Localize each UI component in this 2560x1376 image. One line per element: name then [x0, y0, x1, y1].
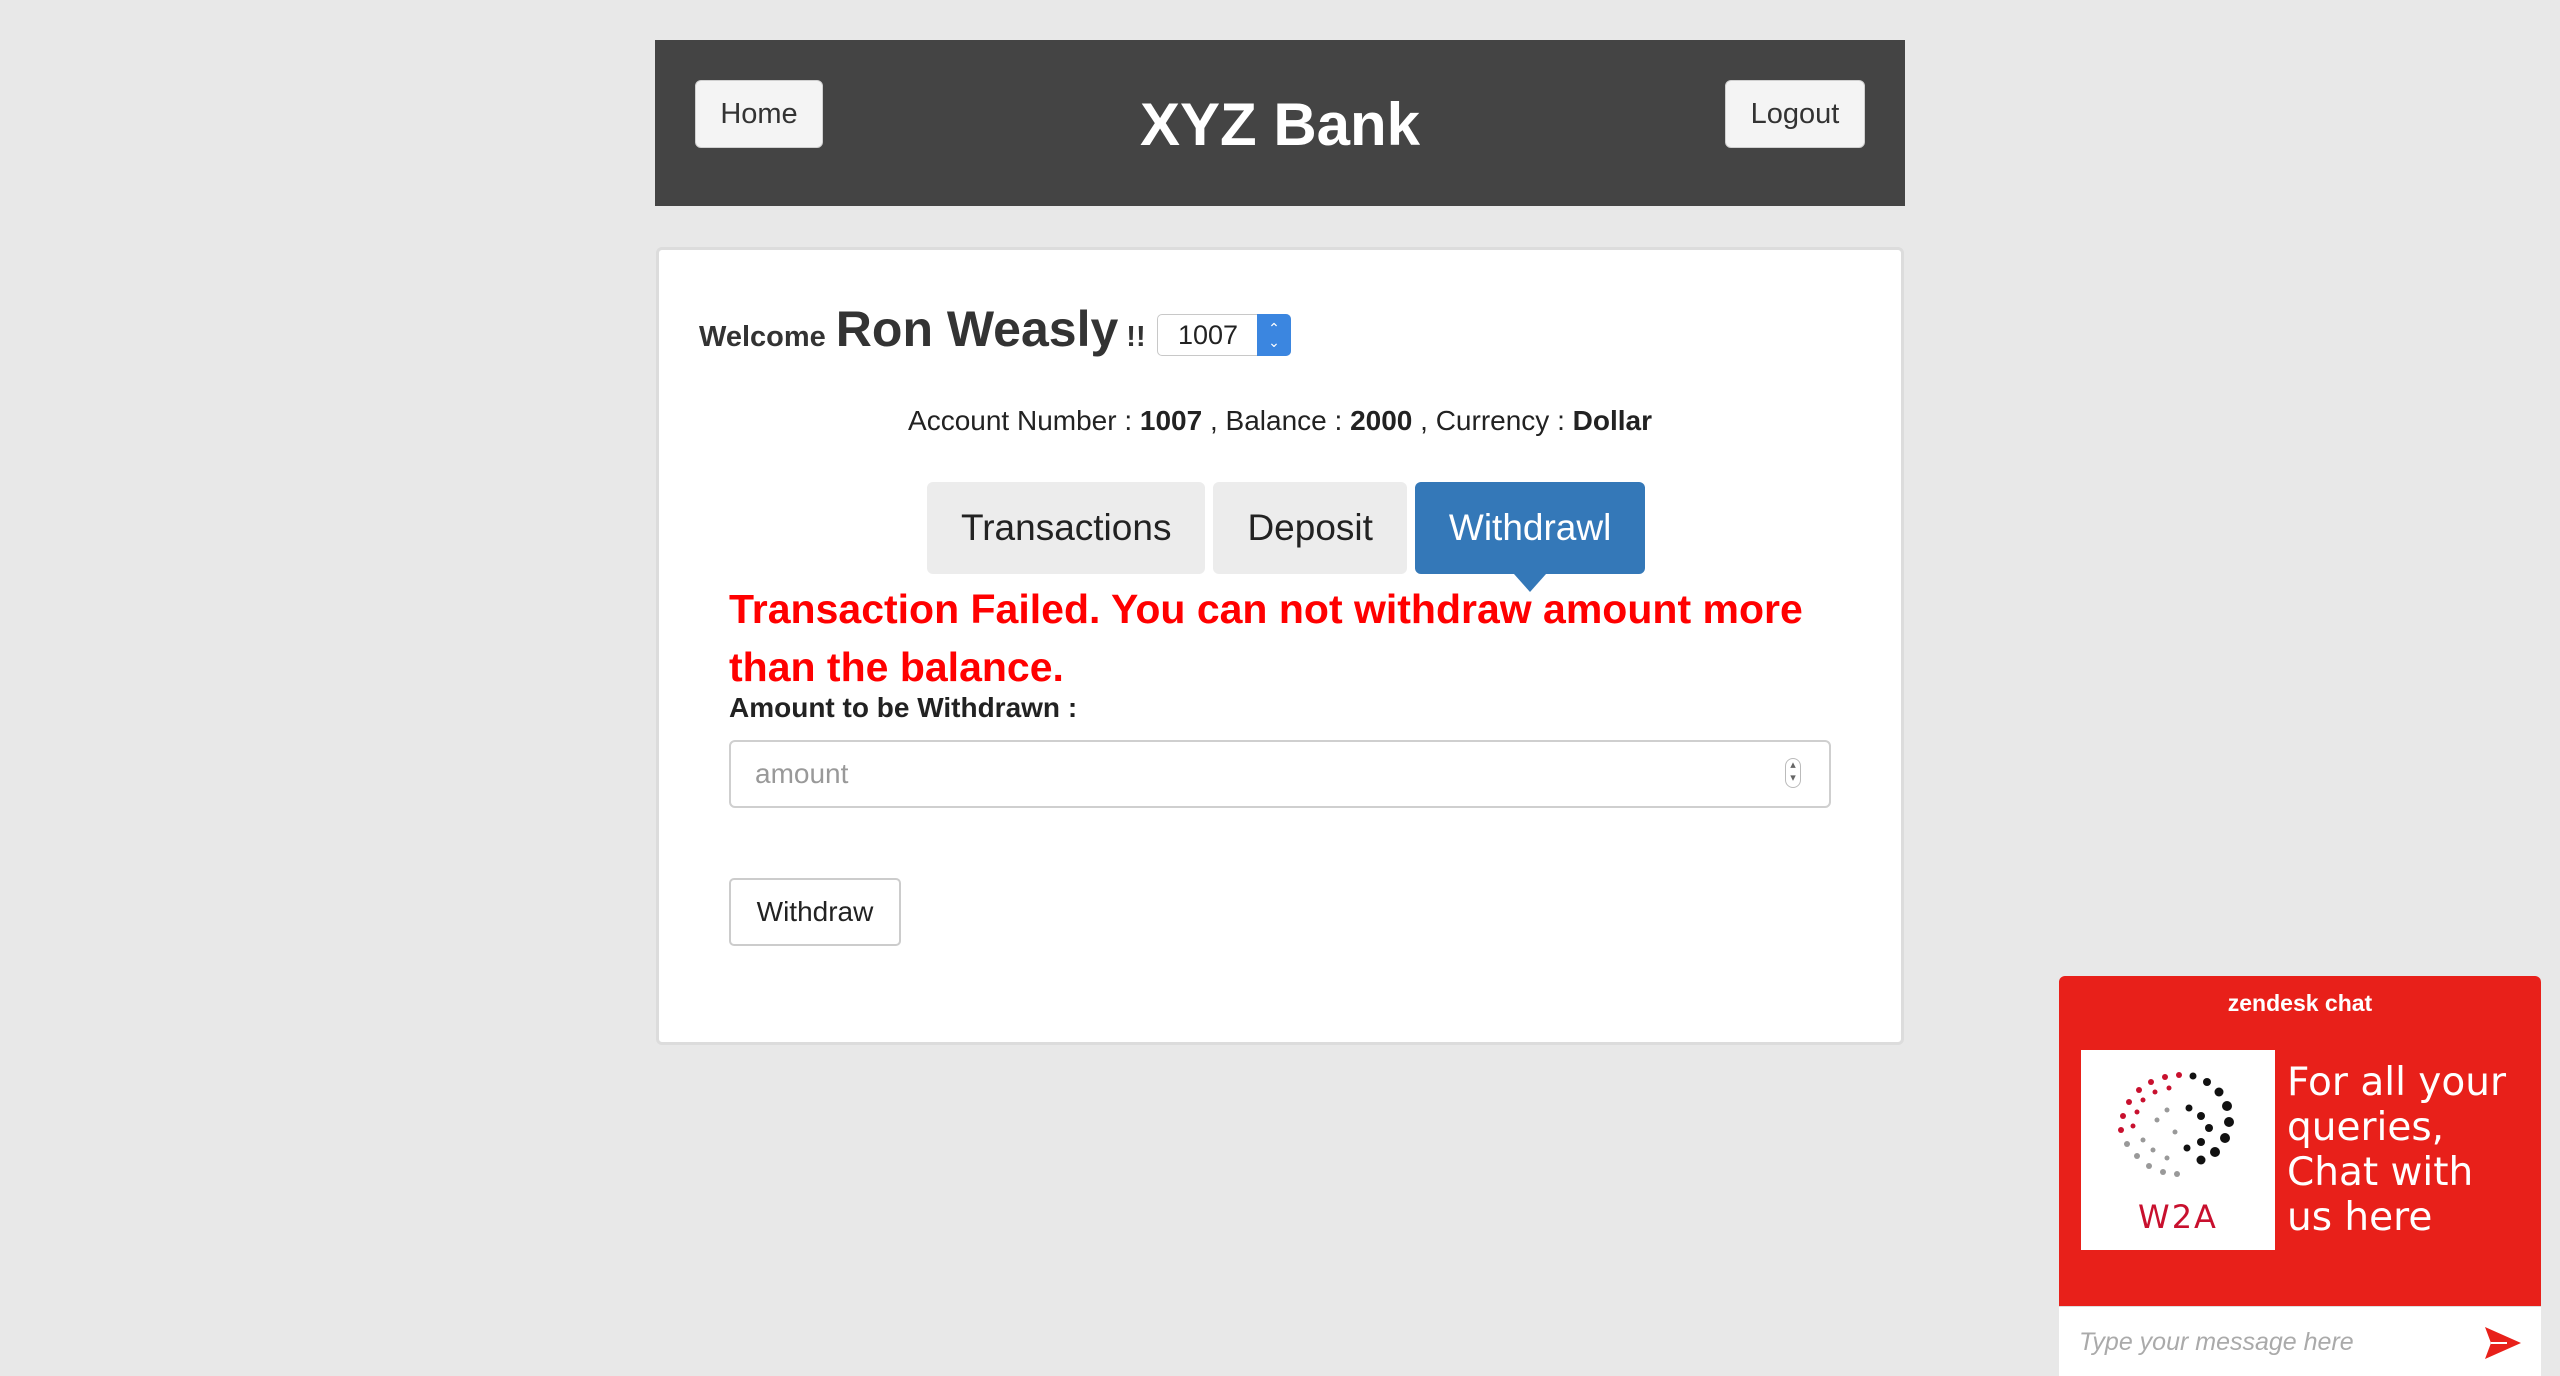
- tab-transactions[interactable]: Transactions: [927, 482, 1206, 574]
- account-number-label: Account Number :: [908, 405, 1140, 436]
- chat-message-input[interactable]: [2059, 1307, 2469, 1376]
- welcome-row: Welcome Ron Weasly !!: [699, 300, 1146, 358]
- logo-text: W2A: [2138, 1198, 2218, 1236]
- tab-withdrawl[interactable]: Withdrawl: [1414, 482, 1646, 592]
- account-select-value: 1007: [1178, 319, 1239, 350]
- balance-value: 2000: [1350, 405, 1413, 436]
- account-select[interactable]: 1007 ⌃ ⌄: [1157, 314, 1291, 356]
- currency-value: Dollar: [1572, 405, 1652, 436]
- tab-bar: Transactions Deposit Withdrawl: [927, 482, 1646, 592]
- withdraw-button[interactable]: Withdraw: [729, 878, 901, 946]
- logout-button[interactable]: Logout: [1725, 80, 1865, 148]
- chat-title: zendesk chat: [2227, 990, 2373, 1016]
- account-number-value: 1007: [1139, 405, 1203, 436]
- number-spinner-icon[interactable]: ▴ ▾: [1785, 758, 1801, 788]
- welcome-suffix: !!: [1126, 321, 1146, 353]
- send-icon[interactable]: [2483, 1325, 2523, 1361]
- balance-label: , Balance :: [1202, 405, 1351, 436]
- bank-title: XYZ Bank: [1139, 91, 1421, 158]
- customer-name: Ron Weasly: [835, 301, 1119, 357]
- error-message: Transaction Failed. You can not withdraw…: [729, 586, 1803, 690]
- amount-input[interactable]: [729, 740, 1831, 808]
- tab-deposit[interactable]: Deposit: [1213, 482, 1407, 574]
- account-info: Account Number : 1007 , Balance : 2000 ,…: [659, 405, 1901, 437]
- amount-label: Amount to be Withdrawn :: [729, 692, 1078, 723]
- currency-label: , Currency :: [1412, 405, 1573, 436]
- welcome-label: Welcome: [699, 321, 826, 353]
- select-arrows-icon: ⌃ ⌄: [1257, 314, 1291, 356]
- chat-input-bar: [2059, 1306, 2541, 1376]
- w2a-logo-icon: [2118, 1072, 2234, 1177]
- chat-promo-text: For all your queries, Chat with us here: [2287, 1060, 2506, 1240]
- account-card: Welcome Ron Weasly !! 1007 ⌃ ⌄ Account Nu…: [656, 247, 1904, 1045]
- chat-widget[interactable]: zendesk chat W2A For all your queries, C…: [2059, 976, 2541, 1376]
- w2a-logo: W2A: [2081, 1050, 2275, 1250]
- top-header-bar: Home XYZ Bank Logout: [655, 40, 1905, 206]
